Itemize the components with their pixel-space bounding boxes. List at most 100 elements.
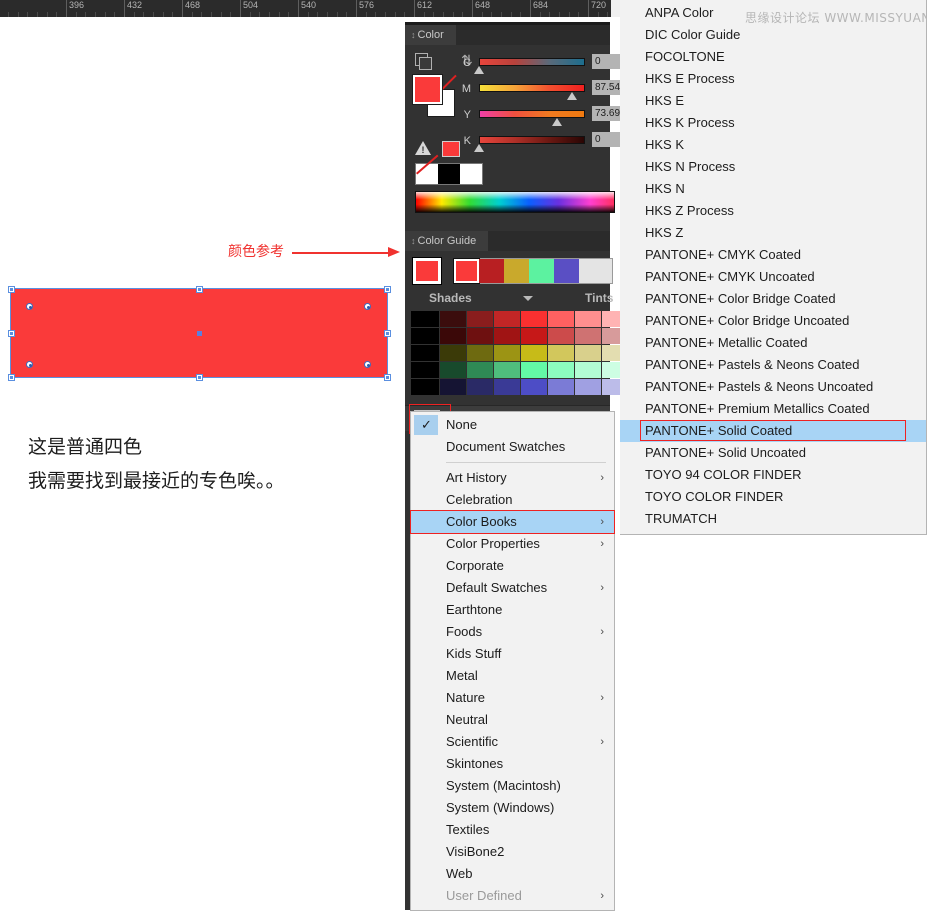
menu-item-color-books[interactable]: Color Books › <box>410 510 615 534</box>
submenu-item-pantone-cmyk-coated[interactable]: PANTONE+ CMYK Coated <box>620 244 926 266</box>
variation-swatch[interactable] <box>494 345 520 361</box>
submenu-item-hks-k[interactable]: HKS K <box>620 134 926 156</box>
menu-item-skintones[interactable]: Skintones <box>411 753 614 775</box>
menu-item-system-windows[interactable]: System (Windows) <box>411 797 614 819</box>
variation-swatch[interactable] <box>494 379 520 395</box>
harmony-swatch[interactable] <box>479 259 504 283</box>
submenu-item-hks-z-process[interactable]: HKS Z Process <box>620 200 926 222</box>
submenu-item-pantone-premium-metallics-coated[interactable]: PANTONE+ Premium Metallics Coated <box>620 398 926 420</box>
variation-swatch[interactable] <box>494 311 520 327</box>
slider-track-k[interactable] <box>479 136 585 144</box>
corner-anchor-bottom-right[interactable] <box>364 361 371 368</box>
submenu-item-trumatch[interactable]: TRUMATCH <box>620 508 926 530</box>
harmony-swatch[interactable] <box>504 259 529 283</box>
menu-item-none[interactable]: ✓ None <box>411 414 614 436</box>
out-of-gamut-warning-icon[interactable]: ! <box>415 141 431 155</box>
resize-handle-top-left[interactable] <box>8 286 15 293</box>
variation-swatch[interactable] <box>548 328 574 344</box>
menu-item-corporate[interactable]: Corporate <box>411 555 614 577</box>
quick-swatch-none[interactable] <box>416 154 439 184</box>
variation-swatch[interactable] <box>548 345 574 361</box>
resize-handle-top-center[interactable] <box>196 286 203 293</box>
menu-item-celebration[interactable]: Celebration <box>411 489 614 511</box>
color-spectrum-bar[interactable] <box>415 191 615 213</box>
menu-item-system-macintosh[interactable]: System (Macintosh) <box>411 775 614 797</box>
resize-handle-bottom-center[interactable] <box>196 374 203 381</box>
documents-icon[interactable] <box>415 53 432 70</box>
variation-swatch[interactable] <box>411 379 439 395</box>
swatch-library-menu[interactable]: ✓ None Document Swatches Art History › Celebr… <box>410 411 615 911</box>
menu-item-earthtone[interactable]: Earthtone <box>411 599 614 621</box>
menu-item-metal[interactable]: Metal <box>411 665 614 687</box>
variation-swatch[interactable] <box>440 379 466 395</box>
tab-color[interactable]: ↕ Color <box>405 25 456 45</box>
color-variation-grid[interactable] <box>411 311 628 395</box>
variation-swatch[interactable] <box>521 379 547 395</box>
submenu-item-pantone-cmyk-uncoated[interactable]: PANTONE+ CMYK Uncoated <box>620 266 926 288</box>
slider-thumb-c[interactable] <box>474 66 484 74</box>
variation-swatch[interactable] <box>440 362 466 378</box>
variation-swatch[interactable] <box>548 311 574 327</box>
resize-handle-middle-left[interactable] <box>8 330 15 337</box>
tab-color-guide[interactable]: ↕ Color Guide <box>405 231 489 251</box>
quick-swatch-black[interactable] <box>438 164 460 184</box>
resize-handle-middle-right[interactable] <box>384 330 391 337</box>
corner-anchor-top-right[interactable] <box>364 303 371 310</box>
variation-swatch[interactable] <box>494 362 520 378</box>
menu-item-default-swatches[interactable]: Default Swatches › <box>411 577 614 599</box>
variation-swatch[interactable] <box>521 328 547 344</box>
variation-swatch[interactable] <box>411 311 439 327</box>
harmony-swatch[interactable] <box>453 258 480 284</box>
quick-swatch-white[interactable] <box>460 164 482 184</box>
variation-swatch[interactable] <box>440 328 466 344</box>
slider-row-y[interactable]: Y 73.69 <box>457 105 628 128</box>
fill-stroke-selector[interactable] <box>412 74 457 119</box>
submenu-item-pantone-pastels-neons-uncoated[interactable]: PANTONE+ Pastels & Neons Uncoated <box>620 376 926 398</box>
slider-thumb-k[interactable] <box>474 144 484 152</box>
submenu-item-dic-color-guide[interactable]: DIC Color Guide <box>620 24 926 46</box>
submenu-item-pantone-color-bridge-uncoated[interactable]: PANTONE+ Color Bridge Uncoated <box>620 310 926 332</box>
fill-swatch[interactable] <box>412 74 443 105</box>
menu-item-art-history[interactable]: Art History › <box>411 467 614 489</box>
resize-handle-bottom-right[interactable] <box>384 374 391 381</box>
slider-row-m[interactable]: M 87.54 <box>457 79 628 102</box>
submenu-item-pantone-solid-uncoated[interactable]: PANTONE+ Solid Uncoated <box>620 442 926 464</box>
menu-item-document-swatches[interactable]: Document Swatches <box>411 436 614 458</box>
menu-item-neutral[interactable]: Neutral <box>411 709 614 731</box>
color-harmony-swatches[interactable] <box>453 258 613 284</box>
variation-swatch[interactable] <box>575 345 601 361</box>
corner-anchor-bottom-left[interactable] <box>26 361 33 368</box>
selected-rectangle-object[interactable] <box>8 286 391 381</box>
submenu-item-hks-z[interactable]: HKS Z <box>620 222 926 244</box>
menu-item-web[interactable]: Web <box>411 863 614 885</box>
submenu-item-pantone-pastels-neons-coated[interactable]: PANTONE+ Pastels & Neons Coated <box>620 354 926 376</box>
variation-swatch[interactable] <box>467 311 493 327</box>
color-books-submenu[interactable]: ANPA Color DIC Color Guide FOCOLTONE HKS E … <box>620 0 927 535</box>
submenu-item-hks-e-process[interactable]: HKS E Process <box>620 68 926 90</box>
variation-swatch[interactable] <box>548 379 574 395</box>
submenu-item-hks-k-process[interactable]: HKS K Process <box>620 112 926 134</box>
menu-item-nature[interactable]: Nature › <box>411 687 614 709</box>
resize-handle-top-right[interactable] <box>384 286 391 293</box>
submenu-item-pantone-metallic-coated[interactable]: PANTONE+ Metallic Coated <box>620 332 926 354</box>
variation-swatch[interactable] <box>467 345 493 361</box>
variation-swatch[interactable] <box>467 362 493 378</box>
slider-thumb-m[interactable] <box>566 92 577 100</box>
slider-thumb-y[interactable] <box>552 118 563 126</box>
submenu-item-toyo-94-color-finder[interactable]: TOYO 94 COLOR FINDER <box>620 464 926 486</box>
harmony-swatch[interactable] <box>554 259 579 283</box>
menu-item-scientific[interactable]: Scientific › <box>411 731 614 753</box>
variation-swatch[interactable] <box>521 311 547 327</box>
variation-swatch[interactable] <box>440 311 466 327</box>
variation-swatch[interactable] <box>575 362 601 378</box>
variation-swatch[interactable] <box>411 345 439 361</box>
slider-track-y[interactable] <box>479 110 585 118</box>
submenu-item-hks-n-process[interactable]: HKS N Process <box>620 156 926 178</box>
variation-swatch[interactable] <box>467 328 493 344</box>
variation-swatch[interactable] <box>575 328 601 344</box>
submenu-item-pantone-solid-coated[interactable]: PANTONE+ Solid Coated <box>620 420 926 442</box>
submenu-item-hks-e[interactable]: HKS E <box>620 90 926 112</box>
submenu-item-toyo-color-finder[interactable]: TOYO COLOR FINDER <box>620 486 926 508</box>
submenu-item-pantone-color-bridge-coated[interactable]: PANTONE+ Color Bridge Coated <box>620 288 926 310</box>
resize-handle-bottom-left[interactable] <box>8 374 15 381</box>
